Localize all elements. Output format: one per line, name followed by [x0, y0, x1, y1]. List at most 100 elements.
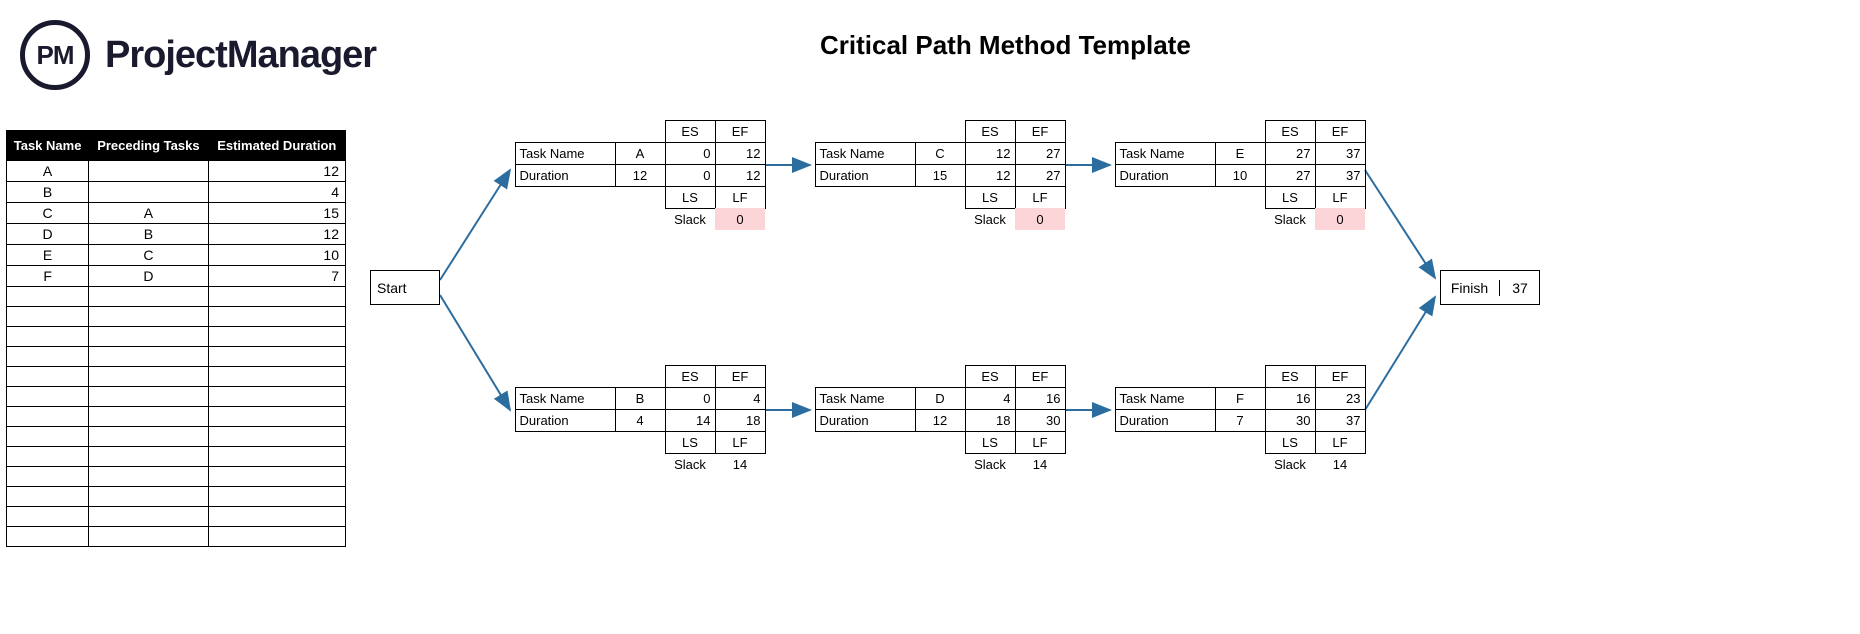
ef-value: 12 — [715, 142, 766, 165]
ls-value: 14 — [665, 409, 716, 432]
ls-label: LS — [1265, 186, 1316, 209]
table-row — [7, 367, 346, 387]
slack-value: 0 — [715, 208, 765, 230]
es-label: ES — [665, 365, 716, 388]
lf-value: 18 — [715, 409, 766, 432]
ef-value: 37 — [1315, 142, 1366, 165]
lf-label: LF — [1315, 186, 1366, 209]
lf-value: 37 — [1315, 164, 1366, 187]
ls-value: 12 — [965, 164, 1016, 187]
task-name: F — [1215, 387, 1266, 410]
task-table: Task Name Preceding Tasks Estimated Dura… — [6, 130, 346, 547]
slack-label: Slack — [665, 208, 715, 230]
duration-label: Duration — [1115, 164, 1216, 187]
table-row: A12 — [7, 161, 346, 182]
th-task: Task Name — [7, 131, 89, 161]
cpm-node-f: ESEFTask NameF1623Duration73037LSLFSlack… — [1115, 365, 1365, 475]
table-row: CA15 — [7, 203, 346, 224]
es-value: 0 — [665, 142, 716, 165]
es-value: 27 — [1265, 142, 1316, 165]
slack-value: 0 — [1015, 208, 1065, 230]
taskname-label: Task Name — [515, 142, 616, 165]
table-row — [7, 287, 346, 307]
table-row — [7, 507, 346, 527]
dur-value: 4 — [615, 409, 666, 432]
table-row — [7, 327, 346, 347]
es-label: ES — [965, 365, 1016, 388]
dur-value: 12 — [615, 164, 666, 187]
es-value: 4 — [965, 387, 1016, 410]
page-title: Critical Path Method Template — [820, 30, 1191, 61]
task-name: A — [615, 142, 666, 165]
slack-label: Slack — [1265, 453, 1315, 475]
ls-value: 18 — [965, 409, 1016, 432]
taskname-label: Task Name — [515, 387, 616, 410]
table-row — [7, 487, 346, 507]
cpm-node-c: ESEFTask NameC1227Duration151227LSLFSlac… — [815, 120, 1065, 230]
es-label: ES — [1265, 365, 1316, 388]
slack-label: Slack — [965, 453, 1015, 475]
brand-name: ProjectManager — [105, 34, 376, 77]
taskname-label: Task Name — [815, 142, 916, 165]
lf-label: LF — [1015, 186, 1066, 209]
lf-label: LF — [1015, 431, 1066, 454]
es-value: 0 — [665, 387, 716, 410]
ls-label: LS — [965, 186, 1016, 209]
ef-value: 16 — [1015, 387, 1066, 410]
es-label: ES — [1265, 120, 1316, 143]
dur-value: 10 — [1215, 164, 1266, 187]
ef-label: EF — [1015, 365, 1066, 388]
dur-value: 12 — [915, 409, 966, 432]
dur-value: 15 — [915, 164, 966, 187]
es-value: 16 — [1265, 387, 1316, 410]
ls-value: 27 — [1265, 164, 1316, 187]
taskname-label: Task Name — [1115, 387, 1216, 410]
taskname-label: Task Name — [1115, 142, 1216, 165]
table-row: FD7 — [7, 266, 346, 287]
lf-label: LF — [715, 431, 766, 454]
lf-label: LF — [1315, 431, 1366, 454]
table-row: B4 — [7, 182, 346, 203]
table-row — [7, 387, 346, 407]
lf-value: 12 — [715, 164, 766, 187]
ef-label: EF — [1315, 365, 1366, 388]
slack-value: 0 — [1315, 208, 1365, 230]
start-node: Start — [370, 270, 440, 305]
slack-value: 14 — [715, 453, 765, 475]
ls-label: LS — [965, 431, 1016, 454]
ef-label: EF — [715, 120, 766, 143]
cpm-node-b: ESEFTask NameB04Duration41418LSLFSlack14 — [515, 365, 765, 475]
cpm-node-d: ESEFTask NameD416Duration121830LSLFSlack… — [815, 365, 1065, 475]
es-label: ES — [665, 120, 716, 143]
ls-label: LS — [1265, 431, 1316, 454]
slack-value: 14 — [1315, 453, 1365, 475]
ls-value: 0 — [665, 164, 716, 187]
table-row — [7, 307, 346, 327]
slack-value: 14 — [1015, 453, 1065, 475]
lf-value: 27 — [1015, 164, 1066, 187]
task-name: B — [615, 387, 666, 410]
table-row — [7, 407, 346, 427]
ef-value: 4 — [715, 387, 766, 410]
logo-icon: PM — [20, 20, 90, 90]
table-row: DB12 — [7, 224, 346, 245]
ls-label: LS — [665, 431, 716, 454]
table-row — [7, 527, 346, 547]
lf-value: 30 — [1015, 409, 1066, 432]
ef-label: EF — [1315, 120, 1366, 143]
dur-value: 7 — [1215, 409, 1266, 432]
finish-value: 37 — [1500, 280, 1540, 296]
th-dur: Estimated Duration — [208, 131, 345, 161]
ls-value: 30 — [1265, 409, 1316, 432]
lf-label: LF — [715, 186, 766, 209]
table-row — [7, 447, 346, 467]
es-label: ES — [965, 120, 1016, 143]
duration-label: Duration — [815, 409, 916, 432]
table-row — [7, 347, 346, 367]
duration-label: Duration — [1115, 409, 1216, 432]
task-name: D — [915, 387, 966, 410]
duration-label: Duration — [815, 164, 916, 187]
duration-label: Duration — [515, 164, 616, 187]
lf-value: 37 — [1315, 409, 1366, 432]
ef-label: EF — [1015, 120, 1066, 143]
